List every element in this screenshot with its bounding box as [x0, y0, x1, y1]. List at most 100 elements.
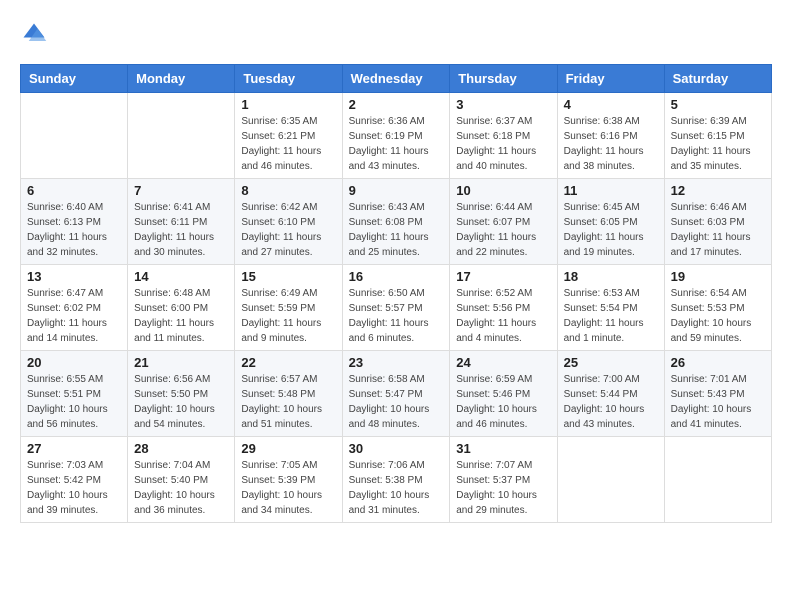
day-info: Sunrise: 6:54 AM Sunset: 5:53 PM Dayligh…: [671, 286, 765, 346]
day-number: 29: [241, 441, 335, 456]
calendar-day-cell: 22 Sunrise: 6:57 AM Sunset: 5:48 PM Dayli…: [235, 351, 342, 437]
day-number: 16: [349, 269, 444, 284]
day-number: 13: [27, 269, 121, 284]
calendar-week-row: 13 Sunrise: 6:47 AM Sunset: 6:02 PM Dayli…: [21, 265, 772, 351]
day-number: 30: [349, 441, 444, 456]
day-number: 17: [456, 269, 550, 284]
day-info: Sunrise: 6:38 AM Sunset: 6:16 PM Dayligh…: [564, 114, 658, 174]
day-number: 25: [564, 355, 658, 370]
weekday-header-saturday: Saturday: [664, 65, 771, 93]
day-info: Sunrise: 7:00 AM Sunset: 5:44 PM Dayligh…: [564, 372, 658, 432]
calendar-day-cell: 28Sunrise: 7:04 AM Sunset: 5:40 PM Dayli…: [128, 437, 235, 523]
day-number: 14: [134, 269, 228, 284]
day-info: Sunrise: 6:59 AM Sunset: 5:46 PM Dayligh…: [456, 372, 550, 432]
calendar-week-row: 1Sunrise: 6:35 AM Sunset: 6:21 PM Daylig…: [21, 93, 772, 179]
day-info: Sunrise: 6:37 AM Sunset: 6:18 PM Dayligh…: [456, 114, 550, 174]
calendar-day-cell: 2 Sunrise: 6:36 AM Sunset: 6:19 PM Daylig…: [342, 93, 450, 179]
calendar-day-cell: 3Sunrise: 6:37 AM Sunset: 6:18 PM Daylig…: [450, 93, 557, 179]
day-number: 27: [27, 441, 121, 456]
calendar-day-cell: 9 Sunrise: 6:43 AM Sunset: 6:08 PM Daylig…: [342, 179, 450, 265]
calendar-day-cell: 16 Sunrise: 6:50 AM Sunset: 5:57 PM Dayli…: [342, 265, 450, 351]
calendar-day-cell: 15 Sunrise: 6:49 AM Sunset: 5:59 PM Dayli…: [235, 265, 342, 351]
day-info: Sunrise: 6:50 AM Sunset: 5:57 PM Dayligh…: [349, 286, 444, 346]
day-number: 23: [349, 355, 444, 370]
calendar-day-cell: 14Sunrise: 6:48 AM Sunset: 6:00 PM Dayli…: [128, 265, 235, 351]
day-info: Sunrise: 6:46 AM Sunset: 6:03 PM Dayligh…: [671, 200, 765, 260]
day-info: Sunrise: 6:41 AM Sunset: 6:11 PM Dayligh…: [134, 200, 228, 260]
calendar-day-cell: 18 Sunrise: 6:53 AM Sunset: 5:54 PM Dayli…: [557, 265, 664, 351]
day-info: Sunrise: 6:57 AM Sunset: 5:48 PM Dayligh…: [241, 372, 335, 432]
day-info: Sunrise: 6:44 AM Sunset: 6:07 PM Dayligh…: [456, 200, 550, 260]
calendar-day-cell: 5 Sunrise: 6:39 AM Sunset: 6:15 PM Daylig…: [664, 93, 771, 179]
calendar-week-row: 27 Sunrise: 7:03 AM Sunset: 5:42 PM Dayli…: [21, 437, 772, 523]
weekday-header-monday: Monday: [128, 65, 235, 93]
weekday-header-sunday: Sunday: [21, 65, 128, 93]
calendar-day-cell: 27 Sunrise: 7:03 AM Sunset: 5:42 PM Dayli…: [21, 437, 128, 523]
day-info: Sunrise: 6:40 AM Sunset: 6:13 PM Dayligh…: [27, 200, 121, 260]
calendar-day-cell: [21, 93, 128, 179]
day-info: Sunrise: 6:45 AM Sunset: 6:05 PM Dayligh…: [564, 200, 658, 260]
day-number: 21: [134, 355, 228, 370]
day-number: 2: [349, 97, 444, 112]
calendar-day-cell: 26Sunrise: 7:01 AM Sunset: 5:43 PM Dayli…: [664, 351, 771, 437]
calendar-day-cell: 12 Sunrise: 6:46 AM Sunset: 6:03 PM Dayli…: [664, 179, 771, 265]
weekday-header-tuesday: Tuesday: [235, 65, 342, 93]
day-number: 5: [671, 97, 765, 112]
day-number: 8: [241, 183, 335, 198]
calendar-day-cell: 7Sunrise: 6:41 AM Sunset: 6:11 PM Daylig…: [128, 179, 235, 265]
day-number: 24: [456, 355, 550, 370]
logo-icon: [20, 20, 48, 48]
calendar-day-cell: [128, 93, 235, 179]
day-info: Sunrise: 6:58 AM Sunset: 5:47 PM Dayligh…: [349, 372, 444, 432]
day-number: 10: [456, 183, 550, 198]
day-info: Sunrise: 6:55 AM Sunset: 5:51 PM Dayligh…: [27, 372, 121, 432]
calendar-day-cell: 17 Sunrise: 6:52 AM Sunset: 5:56 PM Dayli…: [450, 265, 557, 351]
day-number: 11: [564, 183, 658, 198]
day-info: Sunrise: 6:35 AM Sunset: 6:21 PM Dayligh…: [241, 114, 335, 174]
day-info: Sunrise: 7:05 AM Sunset: 5:39 PM Dayligh…: [241, 458, 335, 518]
page-header: [20, 20, 772, 48]
calendar-day-cell: [664, 437, 771, 523]
day-number: 6: [27, 183, 121, 198]
calendar-day-cell: 25 Sunrise: 7:00 AM Sunset: 5:44 PM Dayli…: [557, 351, 664, 437]
day-info: Sunrise: 7:01 AM Sunset: 5:43 PM Dayligh…: [671, 372, 765, 432]
calendar-day-cell: 21 Sunrise: 6:56 AM Sunset: 5:50 PM Dayli…: [128, 351, 235, 437]
day-number: 20: [27, 355, 121, 370]
day-number: 19: [671, 269, 765, 284]
day-number: 12: [671, 183, 765, 198]
calendar-day-cell: 10 Sunrise: 6:44 AM Sunset: 6:07 PM Dayli…: [450, 179, 557, 265]
calendar-day-cell: 1Sunrise: 6:35 AM Sunset: 6:21 PM Daylig…: [235, 93, 342, 179]
day-info: Sunrise: 6:42 AM Sunset: 6:10 PM Dayligh…: [241, 200, 335, 260]
day-info: Sunrise: 7:06 AM Sunset: 5:38 PM Dayligh…: [349, 458, 444, 518]
weekday-header-row: SundayMondayTuesdayWednesdayThursdayFrid…: [21, 65, 772, 93]
calendar-day-cell: 8 Sunrise: 6:42 AM Sunset: 6:10 PM Daylig…: [235, 179, 342, 265]
day-info: Sunrise: 6:49 AM Sunset: 5:59 PM Dayligh…: [241, 286, 335, 346]
day-number: 22: [241, 355, 335, 370]
day-number: 31: [456, 441, 550, 456]
day-info: Sunrise: 7:03 AM Sunset: 5:42 PM Dayligh…: [27, 458, 121, 518]
day-info: Sunrise: 6:52 AM Sunset: 5:56 PM Dayligh…: [456, 286, 550, 346]
day-info: Sunrise: 6:56 AM Sunset: 5:50 PM Dayligh…: [134, 372, 228, 432]
day-number: 15: [241, 269, 335, 284]
logo: [20, 20, 52, 48]
calendar-day-cell: 29 Sunrise: 7:05 AM Sunset: 5:39 PM Dayli…: [235, 437, 342, 523]
calendar-day-cell: 6 Sunrise: 6:40 AM Sunset: 6:13 PM Daylig…: [21, 179, 128, 265]
day-info: Sunrise: 6:53 AM Sunset: 5:54 PM Dayligh…: [564, 286, 658, 346]
calendar-week-row: 6 Sunrise: 6:40 AM Sunset: 6:13 PM Daylig…: [21, 179, 772, 265]
calendar-day-cell: 19 Sunrise: 6:54 AM Sunset: 5:53 PM Dayli…: [664, 265, 771, 351]
day-number: 4: [564, 97, 658, 112]
calendar-day-cell: 4 Sunrise: 6:38 AM Sunset: 6:16 PM Daylig…: [557, 93, 664, 179]
weekday-header-wednesday: Wednesday: [342, 65, 450, 93]
day-number: 18: [564, 269, 658, 284]
day-info: Sunrise: 6:39 AM Sunset: 6:15 PM Dayligh…: [671, 114, 765, 174]
calendar-day-cell: [557, 437, 664, 523]
day-number: 9: [349, 183, 444, 198]
day-info: Sunrise: 6:43 AM Sunset: 6:08 PM Dayligh…: [349, 200, 444, 260]
calendar-day-cell: 31 Sunrise: 7:07 AM Sunset: 5:37 PM Dayli…: [450, 437, 557, 523]
calendar-table: SundayMondayTuesdayWednesdayThursdayFrid…: [20, 64, 772, 523]
day-info: Sunrise: 7:07 AM Sunset: 5:37 PM Dayligh…: [456, 458, 550, 518]
day-info: Sunrise: 6:36 AM Sunset: 6:19 PM Dayligh…: [349, 114, 444, 174]
calendar-day-cell: 20 Sunrise: 6:55 AM Sunset: 5:51 PM Dayli…: [21, 351, 128, 437]
day-info: Sunrise: 6:47 AM Sunset: 6:02 PM Dayligh…: [27, 286, 121, 346]
calendar-day-cell: 13 Sunrise: 6:47 AM Sunset: 6:02 PM Dayli…: [21, 265, 128, 351]
